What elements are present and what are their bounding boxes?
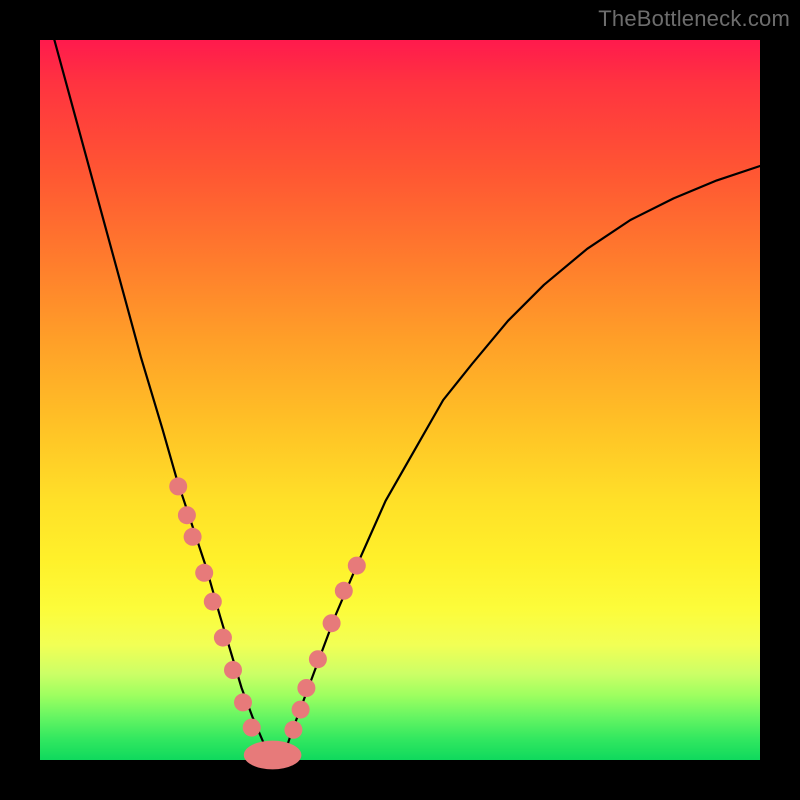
marker-dots-group [169, 477, 366, 738]
marker-dot [214, 629, 232, 647]
marker-dot [195, 564, 213, 582]
chart-overlay-svg [40, 40, 760, 760]
marker-dot [297, 679, 315, 697]
bottleneck-curve [54, 40, 760, 759]
marker-dot [178, 506, 196, 524]
marker-dot [224, 661, 242, 679]
marker-dot [169, 477, 187, 495]
chart-frame: TheBottleneck.com [0, 0, 800, 800]
marker-dot [309, 650, 327, 668]
marker-dot [348, 557, 366, 575]
marker-dot [204, 593, 222, 611]
watermark-text: TheBottleneck.com [598, 6, 790, 32]
bottom-lozenge-marker [244, 741, 302, 770]
marker-dot [184, 528, 202, 546]
marker-dot [323, 614, 341, 632]
marker-dot [292, 701, 310, 719]
marker-dot [234, 693, 252, 711]
marker-dot [243, 719, 261, 737]
chart-plot-area [40, 40, 760, 760]
marker-dot [284, 721, 302, 739]
marker-dot [335, 582, 353, 600]
